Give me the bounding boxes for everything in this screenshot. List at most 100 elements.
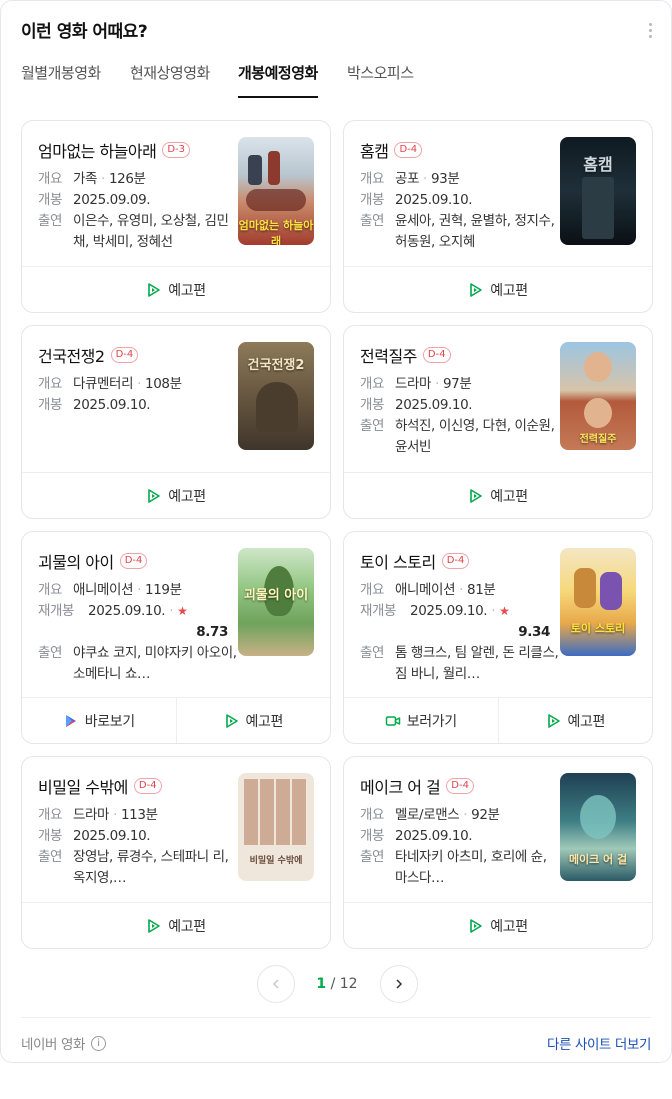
movie-title[interactable]: 홈캠 <box>360 138 389 162</box>
movie-card[interactable]: 홈캠 D-4 개요 공포 · 93분 개봉 2025.09.10. 출연 윤세아, 권혁,… <box>343 120 653 313</box>
trailer-label: 예고편 <box>168 488 206 505</box>
release-date: 2025.09.10. <box>73 828 151 844</box>
watch-now-label: 바로보기 <box>84 713 135 730</box>
trailer-button[interactable]: 예고편 <box>22 473 330 518</box>
dday-badge: D-4 <box>110 347 139 363</box>
card-actions: 보러가기 예고편 <box>344 697 652 743</box>
movie-title[interactable]: 메이크 어 걸 <box>360 774 441 798</box>
genre: 공포 <box>395 171 420 187</box>
movie-poster[interactable]: 전력질주 <box>560 342 636 450</box>
trailer-button[interactable]: 예고편 <box>497 698 653 743</box>
trailer-label: 예고편 <box>245 713 284 730</box>
info-label: 재개봉 <box>38 603 75 619</box>
movie-title[interactable]: 엄마없는 하늘아래 <box>38 138 157 162</box>
info-label: 개봉 <box>38 397 63 413</box>
movie-poster[interactable]: 비밀일 수밖에 <box>238 773 314 881</box>
movie-card[interactable]: 메이크 어 걸 D-4 개요 멜로/로맨스 · 92분 개봉 2025.09.10. 출… <box>343 756 653 949</box>
info-label: 출연 <box>360 213 385 229</box>
trailer-label: 예고편 <box>168 282 206 299</box>
info-label: 개요 <box>38 171 63 187</box>
release-date: 2025.09.10. <box>410 603 488 619</box>
trailer-label: 예고편 <box>490 488 528 505</box>
trailer-button[interactable]: 예고편 <box>344 473 652 518</box>
poster-title: 건국전쟁2 <box>247 358 305 373</box>
movie-title[interactable]: 괴물의 아이 <box>38 549 114 573</box>
video-camera-icon <box>385 715 401 726</box>
info-label: 출연 <box>38 213 63 229</box>
movie-poster[interactable]: 메이크 어 걸 <box>560 773 636 881</box>
runtime: 119분 <box>145 582 182 598</box>
movie-title-row: 토이 스토리 D-4 <box>360 549 470 573</box>
info-label: 출연 <box>38 849 63 865</box>
info-label: 개봉 <box>360 828 385 844</box>
genre: 다큐멘터리 <box>73 376 134 392</box>
footer-divider <box>21 1017 651 1018</box>
cast: 장영남, 류경수, 스테파니 리, 옥지영,… <box>73 849 229 886</box>
rating-score: 8.73 <box>196 624 228 640</box>
dday-badge: D-4 <box>394 142 423 158</box>
movie-title[interactable]: 토이 스토리 <box>360 549 436 573</box>
trailer-button[interactable]: 예고편 <box>344 903 652 948</box>
movie-info: 개요 멜로/로맨스 · 92분 개봉 2025.09.10. 출연 타네자키 아츠미, 호… <box>360 805 560 889</box>
movie-card[interactable]: 괴물의 아이 D-4 개요 애니메이션 · 119분 재개봉 2025.09.10. · ★… <box>21 531 331 744</box>
info-label: 개요 <box>360 807 385 823</box>
movie-info: 개요 애니메이션 · 81분 재개봉 2025.09.10. · ★ 9.34 출연 톰 행크스… <box>360 580 560 685</box>
runtime: 93분 <box>430 171 460 187</box>
info-label: 재개봉 <box>360 603 397 619</box>
movie-card[interactable]: 엄마없는 하늘아래 D-3 개요 가족 · 126분 개봉 2025.09.09. 출연… <box>21 120 331 313</box>
trailer-button[interactable]: 예고편 <box>22 903 330 948</box>
dday-badge: D-4 <box>133 778 162 794</box>
tab-upcoming[interactable]: 개봉예정영화 <box>238 61 318 98</box>
prev-page-button[interactable] <box>257 965 295 1003</box>
poster-title: 메이크 어 걸 <box>568 853 628 866</box>
tab-now-showing[interactable]: 현재상영영화 <box>130 61 210 98</box>
movie-poster[interactable]: 엄마없는 하늘아래 <box>238 137 314 245</box>
trailer-button[interactable]: 예고편 <box>175 698 331 743</box>
play-icon <box>148 488 161 503</box>
movie-title[interactable]: 전력질주 <box>360 343 417 367</box>
movie-card[interactable]: 비밀일 수밖에 D-4 개요 드라마 · 113분 개봉 2025.09.10. 출연 장… <box>21 756 331 949</box>
tab-monthly-release[interactable]: 월별개봉영화 <box>21 61 101 98</box>
pagination: 1 / 12 <box>1 965 672 1003</box>
movie-card[interactable]: 전력질주 D-4 개요 드라마 · 97분 개봉 2025.09.10. 출연 하석진, … <box>343 325 653 519</box>
movie-title-row: 엄마없는 하늘아래 D-3 <box>38 138 191 162</box>
info-label: 개봉 <box>360 192 385 208</box>
info-label: 출연 <box>360 418 385 434</box>
info-label: 개요 <box>360 171 385 187</box>
runtime: 113분 <box>120 807 158 823</box>
tab-box-office[interactable]: 박스오피스 <box>347 61 414 98</box>
next-page-button[interactable] <box>380 965 418 1003</box>
movie-poster[interactable]: 토이 스토리 <box>560 548 636 656</box>
release-date: 2025.09.09. <box>73 192 151 208</box>
dday-badge: D-4 <box>119 553 148 569</box>
movie-poster[interactable]: 홈캠 <box>560 137 636 245</box>
movie-card[interactable]: 건국전쟁2 D-4 개요 다큐멘터리 · 108분 개봉 2025.09.10. 건국전… <box>21 325 331 519</box>
runtime: 126분 <box>108 171 146 187</box>
cast: 톰 행크스, 팀 알렌, 돈 리클스, 짐 바니, 월리… <box>395 645 559 682</box>
more-sites-link[interactable]: 다른 사이트 더보기 <box>547 1033 651 1053</box>
trailer-button[interactable]: 예고편 <box>22 267 330 312</box>
go-watch-button[interactable]: 보러가기 <box>344 698 498 743</box>
release-date: 2025.09.10. <box>395 828 473 844</box>
rating-score: 9.34 <box>518 624 550 640</box>
movie-title-row: 건국전쟁2 D-4 <box>38 343 139 367</box>
movie-poster[interactable]: 건국전쟁2 <box>238 342 314 450</box>
movie-title-row: 비밀일 수밖에 D-4 <box>38 774 162 798</box>
play-icon <box>470 282 483 297</box>
runtime: 92분 <box>471 807 500 823</box>
trailer-button[interactable]: 예고편 <box>344 267 652 312</box>
movie-title-row: 메이크 어 걸 D-4 <box>360 774 474 798</box>
trailer-label: 예고편 <box>567 713 606 730</box>
info-icon[interactable]: i <box>91 1035 106 1051</box>
panel-title: 이런 영화 어때요? <box>21 22 148 42</box>
movie-title[interactable]: 비밀일 수밖에 <box>38 774 128 798</box>
watch-now-button[interactable]: 바로보기 <box>22 698 176 743</box>
poster-title: 엄마없는 하늘아래 <box>238 219 314 245</box>
movie-title[interactable]: 건국전쟁2 <box>38 343 105 367</box>
movie-card[interactable]: 토이 스토리 D-4 개요 애니메이션 · 81분 재개봉 2025.09.10. · ★ 9… <box>343 531 653 744</box>
movie-poster[interactable]: 괴물의 아이 <box>238 548 314 656</box>
play-icon <box>470 488 483 503</box>
movie-title-row: 괴물의 아이 D-4 <box>38 549 148 573</box>
chevron-left-icon <box>272 979 279 989</box>
more-options-icon[interactable] <box>647 23 653 41</box>
